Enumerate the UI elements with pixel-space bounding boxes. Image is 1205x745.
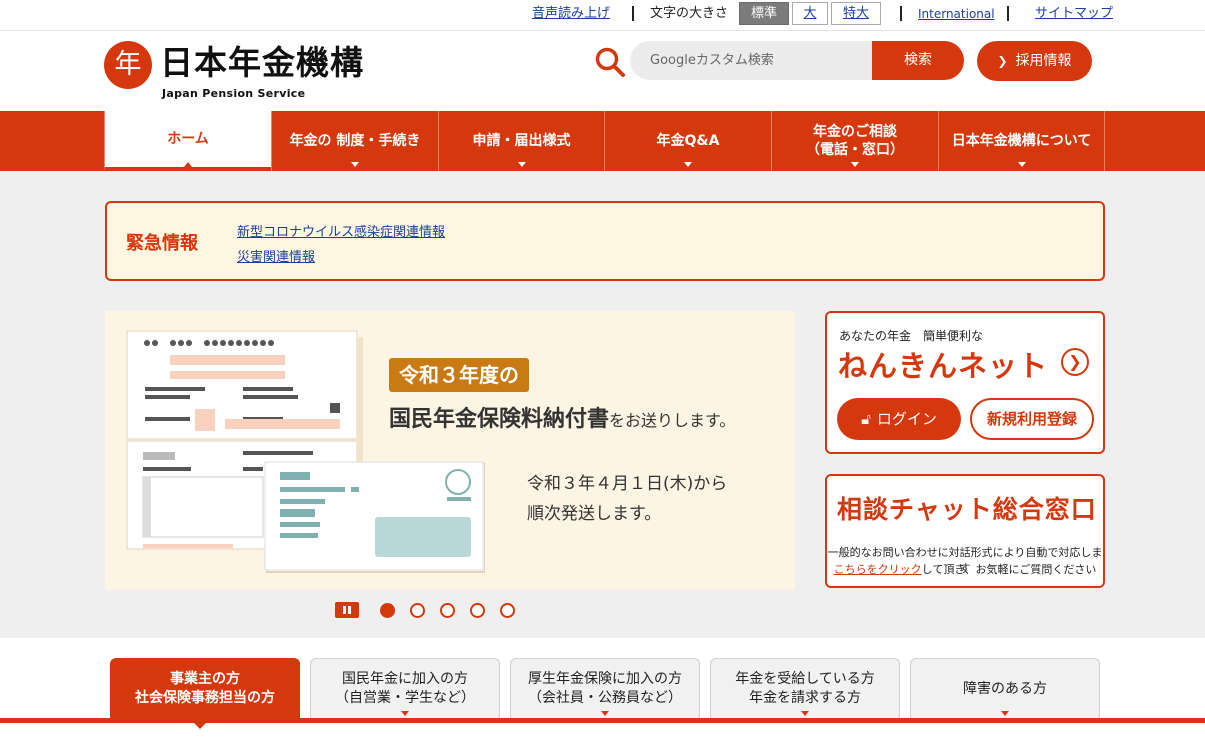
slide-title: 国民年金保険料納付書をお送りします。 bbox=[389, 401, 735, 433]
chat-title: 相談チャット総合窓口 bbox=[837, 495, 1097, 524]
login-label: ログイン bbox=[876, 410, 937, 428]
active-tab-pointer bbox=[193, 722, 207, 729]
chevron-right-icon: ❯ bbox=[997, 54, 1008, 68]
tab-label: 申請・届出様式 bbox=[472, 133, 571, 149]
slide-badge: 令和３年度の bbox=[389, 358, 529, 392]
search-button[interactable]: 検索 bbox=[872, 41, 964, 80]
triangle-down-icon bbox=[851, 162, 859, 167]
slide-title-main: 国民年金保険料納付書 bbox=[389, 407, 610, 432]
triangle-down-icon bbox=[351, 162, 359, 167]
sitemap-link[interactable]: サイトマップ bbox=[1035, 6, 1113, 22]
chat-consultation-card[interactable]: 相談チャット総合窓口 一般的なお問い合わせに対話形式により自動で対応します こち… bbox=[825, 474, 1105, 588]
tab-disability[interactable]: 障害のある方 bbox=[910, 658, 1100, 719]
slide-title-suffix: をお送りします。 bbox=[609, 411, 736, 430]
triangle-down-icon bbox=[1001, 711, 1009, 716]
disaster-info-link[interactable]: 災害関連情報 bbox=[237, 246, 315, 265]
tab-home[interactable]: ホーム bbox=[104, 111, 271, 171]
login-button[interactable]: 🔓︎ ログイン bbox=[837, 398, 961, 440]
tab-national-pension[interactable]: 国民年金に加入の方 （自営業・学生など） bbox=[310, 658, 500, 719]
emergency-label: 緊急情報 bbox=[126, 233, 198, 254]
tab-label: （自営業・学生など） bbox=[335, 690, 475, 706]
tab-label: 年金の 制度・手続き bbox=[289, 133, 421, 149]
tab-label: 障害のある方 bbox=[963, 680, 1047, 697]
slide-dot-1[interactable] bbox=[380, 603, 395, 618]
logo-subtitle: Japan Pension Service bbox=[162, 87, 306, 100]
tab-qa[interactable]: 年金Q&A bbox=[604, 111, 771, 171]
triangle-down-icon bbox=[401, 711, 409, 716]
triangle-down-icon bbox=[517, 162, 526, 167]
slide-dot-4[interactable] bbox=[470, 603, 485, 618]
tab-label: 年金を請求する方 bbox=[749, 690, 861, 706]
emergency-notice: 緊急情報 新型コロナウイルス感染症関連情報 災害関連情報 bbox=[105, 201, 1105, 281]
tab-employer[interactable]: 事業主の方社会保険事務担当の方 bbox=[110, 658, 300, 719]
slide-dot-2[interactable] bbox=[410, 603, 425, 618]
nenkin-net-tagline: あなたの年金 簡単便利な bbox=[839, 329, 984, 343]
font-size-large-button[interactable]: 大 bbox=[792, 2, 828, 25]
divider bbox=[900, 6, 902, 21]
tab-about[interactable]: 日本年金機構について bbox=[938, 111, 1105, 171]
tab-consultation[interactable]: 年金のご相談 （電話・窓口） bbox=[771, 111, 938, 171]
audience-divider bbox=[0, 718, 1205, 723]
tab-label: 年金のご相談 bbox=[813, 124, 897, 140]
utility-bar: 音声読み上げ 文字の大きさ 標準 大 特大 International サイトマ… bbox=[0, 0, 1205, 31]
tab-label: 事業主の方 bbox=[170, 671, 240, 687]
tab-label: ホーム bbox=[167, 131, 209, 147]
global-nav: ホーム 年金の 制度・手続き 申請・届出様式 年金Q&A 年金のご相談 （電話・窓… bbox=[0, 111, 1205, 171]
slide-dot-5[interactable] bbox=[500, 603, 515, 618]
triangle-up-icon bbox=[184, 162, 192, 167]
site-header: 年 日本年金機構 Japan Pension Service 検索 ❯ 採用情報 bbox=[0, 31, 1205, 111]
nenkin-net-title[interactable]: ねんきんネット bbox=[838, 343, 1048, 385]
pause-button[interactable] bbox=[335, 602, 359, 618]
tab-label: 国民年金に加入の方 bbox=[342, 671, 468, 687]
slide-note: 令和３年４月１日(木)から 順次発送します。 bbox=[527, 469, 727, 529]
triangle-down-icon bbox=[801, 711, 809, 716]
tab-label: （電話・窓口） bbox=[806, 142, 904, 158]
tab-forms[interactable]: 申請・届出様式 bbox=[438, 111, 604, 171]
triangle-down-icon bbox=[1017, 162, 1026, 167]
font-size-label: 文字の大きさ bbox=[650, 6, 729, 21]
chat-click-link[interactable]: こちらをクリック bbox=[834, 563, 922, 576]
triangle-down-icon bbox=[601, 711, 609, 716]
tab-label: 日本年金機構について bbox=[951, 133, 1092, 149]
tab-employee-pension[interactable]: 厚生年金保険に加入の方 （会社員・公務員など） bbox=[510, 658, 700, 719]
tab-label: 年金Q&A bbox=[656, 133, 720, 149]
tab-system-procedures[interactable]: 年金の 制度・手続き bbox=[271, 111, 438, 171]
tab-label: 社会保険事務担当の方 bbox=[135, 690, 275, 706]
main-banner-slide[interactable]: 令和３年度の 国民年金保険料納付書をお送りします。 令和３年４月１日(木)から順… bbox=[105, 311, 795, 590]
international-link[interactable]: International bbox=[918, 6, 995, 22]
logo-text[interactable]: 日本年金機構 bbox=[160, 43, 364, 83]
tab-pension-recipient[interactable]: 年金を受給している方 年金を請求する方 bbox=[710, 658, 900, 719]
chat-description-rest: して頂き、お気軽にご質問ください bbox=[921, 563, 1097, 576]
slide-note-line: 令和３年４月１日(木)から bbox=[527, 474, 728, 494]
nenkin-net-card: あなたの年金 簡単便利な ねんきんネット ❯ 🔓︎ ログイン 新規利用登録 bbox=[825, 311, 1105, 454]
recruit-button[interactable]: ❯ 採用情報 bbox=[977, 41, 1092, 81]
search-input[interactable] bbox=[630, 41, 876, 80]
register-button[interactable]: 新規利用登録 bbox=[970, 398, 1094, 440]
logo-icon[interactable]: 年 bbox=[104, 41, 152, 89]
font-size-xlarge-button[interactable]: 特大 bbox=[831, 2, 881, 25]
chevron-right-icon[interactable]: ❯ bbox=[1061, 348, 1089, 376]
tab-label: 厚生年金保険に加入の方 bbox=[528, 671, 682, 687]
divider bbox=[1007, 6, 1009, 21]
recruit-label: 採用情報 bbox=[1015, 53, 1072, 69]
divider bbox=[632, 6, 634, 21]
triangle-down-icon bbox=[684, 162, 692, 167]
search-icon bbox=[595, 47, 625, 77]
slide-note-line: 順次発送します。 bbox=[527, 504, 662, 524]
font-size-standard-button[interactable]: 標準 bbox=[739, 2, 789, 25]
covid-info-link[interactable]: 新型コロナウイルス感染症関連情報 bbox=[237, 221, 445, 240]
tab-label: （会社員・公務員など） bbox=[528, 690, 682, 706]
tab-label: 年金を受給している方 bbox=[735, 671, 875, 687]
slide-dot-3[interactable] bbox=[440, 603, 455, 618]
chat-description: こちらをクリックして頂き、お気軽にご質問ください bbox=[827, 561, 1103, 577]
lock-icon: 🔓︎ bbox=[861, 410, 871, 428]
voice-reading-link[interactable]: 音声読み上げ bbox=[532, 6, 610, 22]
